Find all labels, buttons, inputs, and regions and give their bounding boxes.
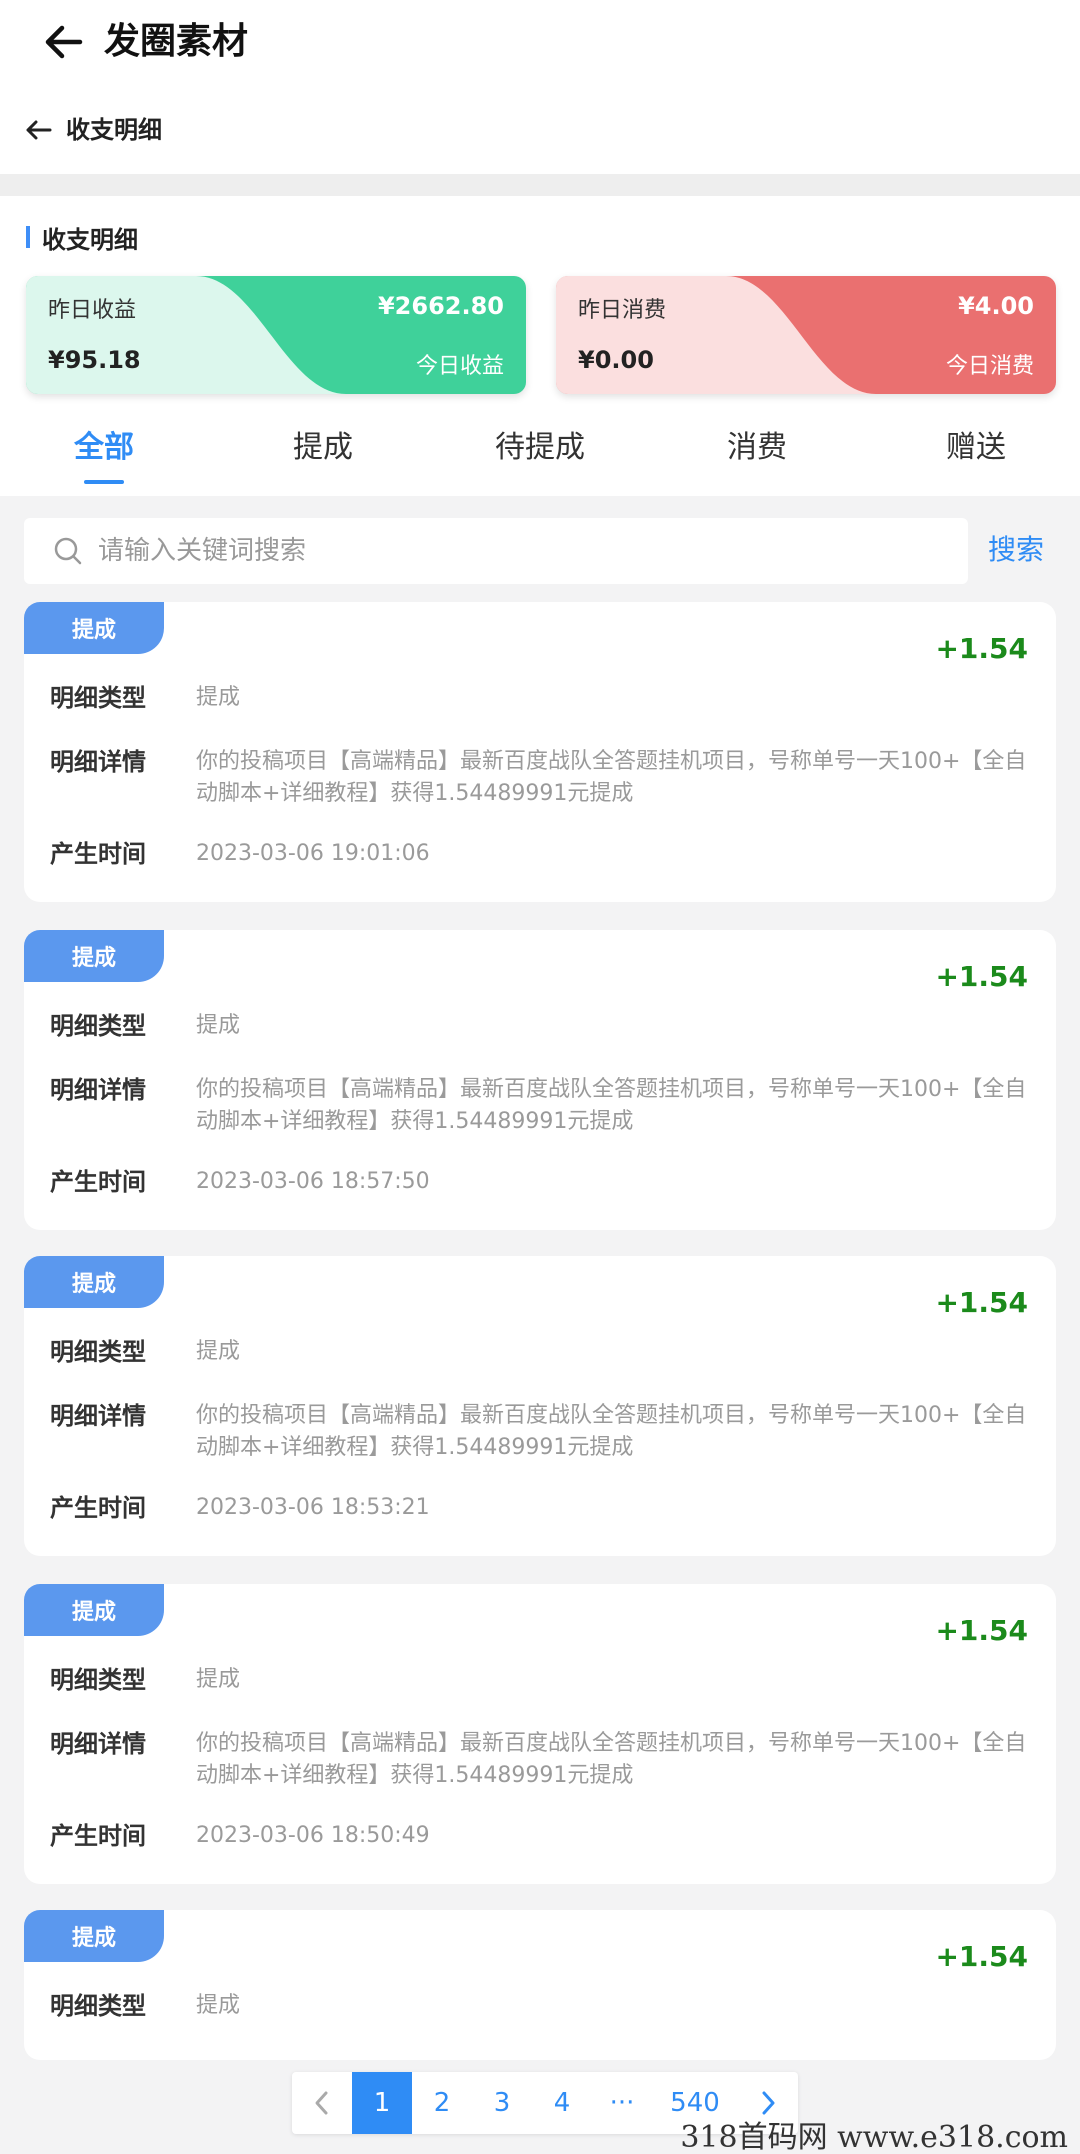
watermark: 318首码网 www.e318.com xyxy=(680,2120,1068,2154)
type-value: 提成 xyxy=(196,685,241,710)
record-amount: +1.54 xyxy=(935,960,1028,993)
record-tag: 提成 xyxy=(24,602,164,654)
detail-label: 明细详情 xyxy=(50,1402,146,1430)
detail-value: 你的投稿项目【高端精品】最新百度战队全答题挂机项目，号称单号一天100+【全自动… xyxy=(196,749,1027,806)
tab-consumption[interactable]: 消费 xyxy=(677,426,837,470)
today-expense-label: 今日消费 xyxy=(945,354,1034,379)
detail-label: 明细详情 xyxy=(50,1730,146,1758)
sub-header-title: 收支明细 xyxy=(66,116,162,144)
yesterday-expense-label: 昨日消费 xyxy=(578,298,667,323)
time-label: 产生时间 xyxy=(50,840,146,868)
record-amount: +1.54 xyxy=(935,1614,1028,1647)
type-label: 明细类型 xyxy=(50,1338,146,1366)
expense-summary-card: 昨日消费 ¥0.00 ¥4.00 今日消费 xyxy=(556,276,1056,394)
search-icon xyxy=(54,537,82,565)
time-value: 2023-03-06 18:57:50 xyxy=(196,1169,430,1194)
page-ellipsis[interactable]: ··· xyxy=(592,2072,652,2134)
record-amount: +1.54 xyxy=(935,1286,1028,1319)
detail-value: 你的投稿项目【高端精品】最新百度战队全答题挂机项目，号称单号一天100+【全自动… xyxy=(196,1731,1027,1788)
type-label: 明细类型 xyxy=(50,684,146,712)
time-value: 2023-03-06 18:50:49 xyxy=(196,1823,430,1848)
tab-gift[interactable]: 赠送 xyxy=(896,426,1056,470)
yesterday-expense-value: ¥0.00 xyxy=(578,346,654,374)
record-card[interactable]: 提成 +1.54 明细类型 提成 明细详情 你的投稿项目【高端精品】最新百度战队… xyxy=(24,930,1056,1230)
page-button-1[interactable]: 1 xyxy=(352,2072,412,2134)
record-tag: 提成 xyxy=(24,1910,164,1962)
search-input[interactable]: 请输入关键词搜索 xyxy=(24,518,968,584)
record-tag: 提成 xyxy=(24,1584,164,1636)
today-expense-value: ¥4.00 xyxy=(958,292,1034,320)
section-accent-bar xyxy=(26,226,30,248)
income-summary-card: 昨日收益 ¥95.18 ¥2662.80 今日收益 xyxy=(26,276,526,394)
type-label: 明细类型 xyxy=(50,1992,146,2020)
type-label: 明细类型 xyxy=(50,1666,146,1694)
page-title: 发圈素材 xyxy=(104,21,249,62)
app-header: 发圈素材 xyxy=(0,0,1080,86)
page-button-4[interactable]: 4 xyxy=(532,2072,592,2134)
record-tag: 提成 xyxy=(24,1256,164,1308)
time-value: 2023-03-06 18:53:21 xyxy=(196,1495,430,1520)
section-heading: 收支明细 xyxy=(26,220,138,254)
time-label: 产生时间 xyxy=(50,1822,146,1850)
record-amount: +1.54 xyxy=(935,1940,1028,1973)
yesterday-income-value: ¥95.18 xyxy=(48,346,141,374)
yesterday-income-label: 昨日收益 xyxy=(48,298,137,323)
time-label: 产生时间 xyxy=(50,1168,146,1196)
tab-pending-commission[interactable]: 待提成 xyxy=(460,426,620,470)
section-title: 收支明细 xyxy=(42,225,138,254)
today-income-label: 今日收益 xyxy=(415,354,504,379)
sub-back-arrow-icon[interactable] xyxy=(22,114,54,146)
record-card[interactable]: 提成 +1.54 明细类型 提成 明细详情 你的投稿项目【高端精品】最新百度战队… xyxy=(24,602,1056,902)
detail-label: 明细详情 xyxy=(50,748,146,776)
filter-tabs: 全部 提成 待提成 消费 赠送 xyxy=(0,410,1080,496)
type-value: 提成 xyxy=(196,1013,241,1038)
type-value: 提成 xyxy=(196,1993,241,2018)
active-tab-indicator xyxy=(84,480,124,484)
search-button[interactable]: 搜索 xyxy=(988,530,1044,570)
record-card[interactable]: 提成 +1.54 明细类型 提成 明细详情 你的投稿项目【高端精品】最新百度战队… xyxy=(24,1256,1056,1556)
record-amount: +1.54 xyxy=(935,632,1028,665)
detail-label: 明细详情 xyxy=(50,1076,146,1104)
time-value: 2023-03-06 19:01:06 xyxy=(196,841,430,866)
record-card[interactable]: 提成 +1.54 明细类型 提成 明细详情 你的投稿项目【高端精品】最新百度战队… xyxy=(24,1584,1056,1884)
record-tag: 提成 xyxy=(24,930,164,982)
prev-page-button[interactable] xyxy=(292,2072,352,2134)
type-label: 明细类型 xyxy=(50,1012,146,1040)
page-button-3[interactable]: 3 xyxy=(472,2072,532,2134)
detail-value: 你的投稿项目【高端精品】最新百度战队全答题挂机项目，号称单号一天100+【全自动… xyxy=(196,1077,1027,1134)
sub-header: 收支明细 xyxy=(0,92,1080,174)
chevron-left-icon xyxy=(315,2091,328,2115)
divider xyxy=(0,174,1080,196)
time-label: 产生时间 xyxy=(50,1494,146,1522)
record-card[interactable]: 提成 +1.54 明细类型 提成 xyxy=(24,1910,1056,2060)
detail-value: 你的投稿项目【高端精品】最新百度战队全答题挂机项目，号称单号一天100+【全自动… xyxy=(196,1403,1027,1460)
type-value: 提成 xyxy=(196,1667,241,1692)
search-placeholder: 请输入关键词搜索 xyxy=(98,536,307,566)
type-value: 提成 xyxy=(196,1339,241,1364)
back-arrow-icon[interactable] xyxy=(40,18,88,66)
page-button-2[interactable]: 2 xyxy=(412,2072,472,2134)
tab-commission[interactable]: 提成 xyxy=(243,426,403,470)
tab-all[interactable]: 全部 xyxy=(24,426,184,470)
today-income-value: ¥2662.80 xyxy=(377,292,504,320)
